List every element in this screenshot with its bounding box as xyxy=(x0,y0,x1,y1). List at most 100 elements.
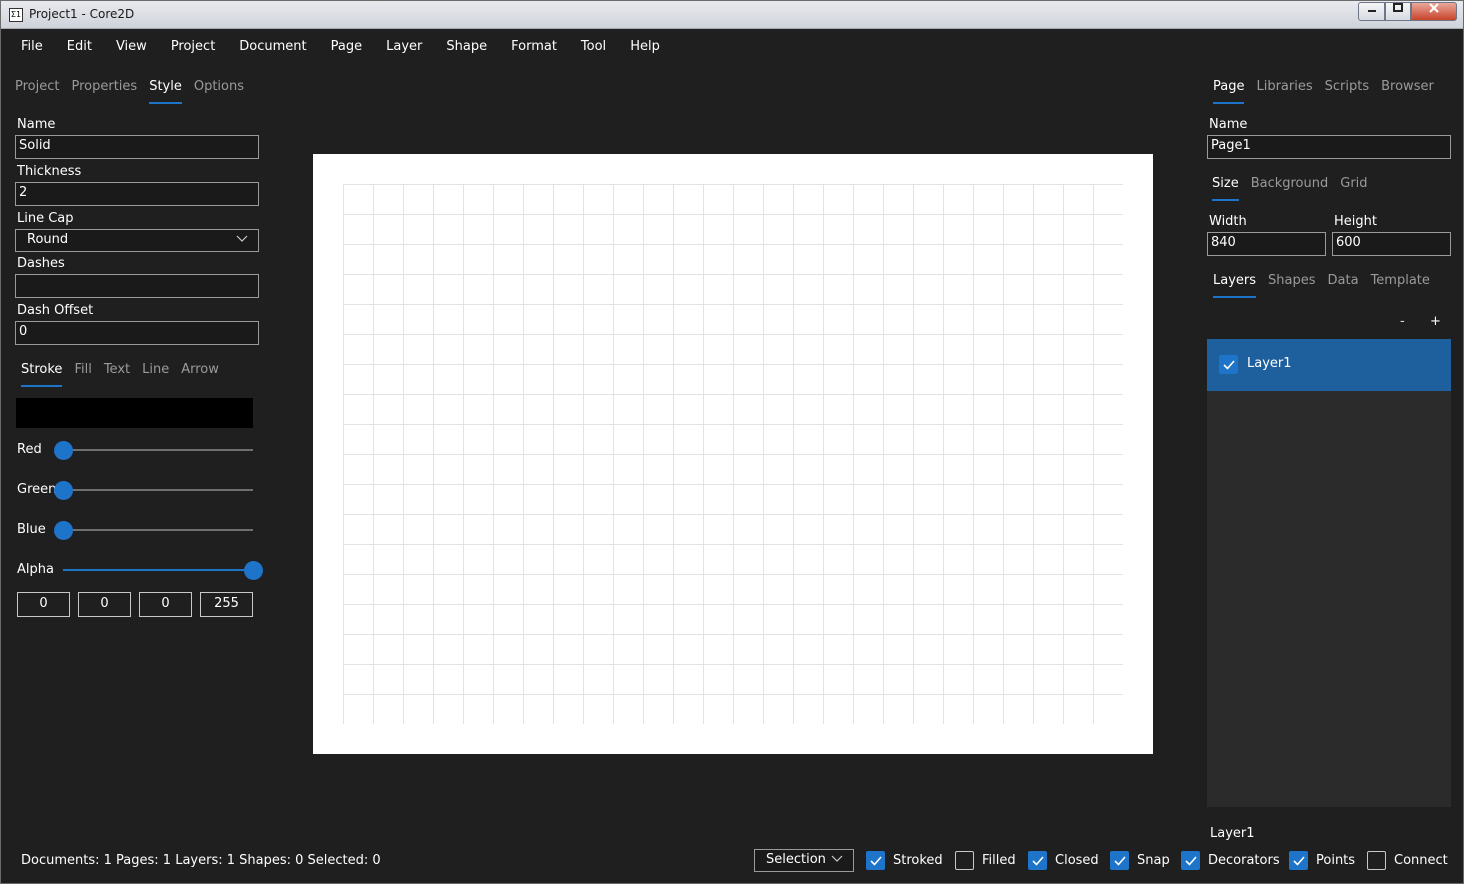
tab-project[interactable]: Project xyxy=(15,79,59,104)
current-layer-label: Layer1 xyxy=(1210,826,1255,841)
line-cap-value: Round xyxy=(27,232,69,247)
tool-select[interactable]: Selection xyxy=(754,849,854,872)
tab-shapes[interactable]: Shapes xyxy=(1268,273,1315,298)
slider-thumb[interactable] xyxy=(54,481,73,500)
window-controls xyxy=(1358,2,1457,21)
connect-label: Connect xyxy=(1394,853,1448,868)
add-layer-button[interactable]: + xyxy=(1430,314,1441,329)
tab-options[interactable]: Options xyxy=(194,79,244,104)
list-item[interactable]: Layer1 xyxy=(1207,339,1451,391)
alpha-input[interactable]: 255 xyxy=(200,592,253,617)
tab-background[interactable]: Background xyxy=(1251,176,1329,201)
tab-template[interactable]: Template xyxy=(1371,273,1430,298)
tab-text[interactable]: Text xyxy=(104,362,130,387)
blue-input[interactable]: 0 xyxy=(139,592,192,617)
chevron-down-icon xyxy=(236,235,248,242)
check-icon xyxy=(1293,856,1305,866)
tab-line[interactable]: Line xyxy=(142,362,169,387)
tab-style[interactable]: Style xyxy=(149,79,182,104)
menu-tool[interactable]: Tool xyxy=(569,37,618,56)
tab-grid[interactable]: Grid xyxy=(1340,176,1367,201)
slider-thumb[interactable] xyxy=(244,561,263,580)
height-label: Height xyxy=(1334,214,1377,229)
close-button[interactable] xyxy=(1411,2,1457,21)
tab-libraries[interactable]: Libraries xyxy=(1256,79,1312,104)
dash-offset-value: 0 xyxy=(19,324,28,339)
page-name-value: Page1 xyxy=(1211,138,1251,153)
red-input[interactable]: 0 xyxy=(17,592,70,617)
tab-page[interactable]: Page xyxy=(1213,79,1245,104)
slider-track xyxy=(63,529,253,531)
style-name-field[interactable]: Solid xyxy=(15,135,259,159)
tool-select-value: Selection xyxy=(766,852,826,867)
line-cap-select[interactable]: Round xyxy=(15,229,259,252)
tab-browser[interactable]: Browser xyxy=(1381,79,1434,104)
height-value: 600 xyxy=(1336,235,1361,250)
points-checkbox[interactable] xyxy=(1289,851,1308,870)
menu-document[interactable]: Document xyxy=(227,37,318,56)
left-panel-tabs: Project Properties Style Options xyxy=(15,79,256,104)
layer-tabs: Layers Shapes Data Template xyxy=(1213,273,1442,298)
minimize-button[interactable] xyxy=(1358,2,1385,21)
layer-list: Layer1 xyxy=(1207,339,1451,807)
color-tabs: Stroke Fill Text Line Arrow xyxy=(21,362,231,387)
alpha-slider[interactable] xyxy=(63,560,263,580)
minimize-icon xyxy=(1367,10,1376,12)
dashes-field[interactable] xyxy=(15,274,259,298)
snap-checkbox[interactable] xyxy=(1110,851,1129,870)
tab-arrow[interactable]: Arrow xyxy=(181,362,219,387)
check-icon xyxy=(1185,856,1197,866)
tab-size[interactable]: Size xyxy=(1212,176,1239,201)
layer-visible-checkbox[interactable] xyxy=(1219,355,1238,374)
tab-stroke[interactable]: Stroke xyxy=(21,362,63,387)
red-label: Red xyxy=(17,442,42,457)
menu-format[interactable]: Format xyxy=(499,37,569,56)
menu-shape[interactable]: Shape xyxy=(434,37,499,56)
tab-data[interactable]: Data xyxy=(1328,273,1359,298)
points-label: Points xyxy=(1316,853,1356,868)
green-label: Green xyxy=(17,482,57,497)
slider-thumb[interactable] xyxy=(54,521,73,540)
line-cap-label: Line Cap xyxy=(17,211,74,226)
thickness-field[interactable]: 2 xyxy=(15,182,259,206)
app-icon: Σ1 xyxy=(9,8,23,22)
maximize-button[interactable] xyxy=(1385,2,1411,21)
stroked-label: Stroked xyxy=(893,853,943,868)
menu-project[interactable]: Project xyxy=(159,37,227,56)
width-label: Width xyxy=(1209,214,1247,229)
filled-label: Filled xyxy=(982,853,1016,868)
tab-layers[interactable]: Layers xyxy=(1213,273,1257,298)
menu-file[interactable]: File xyxy=(9,37,55,56)
stroked-checkbox[interactable] xyxy=(866,851,885,870)
blue-label: Blue xyxy=(17,522,46,537)
menu-help[interactable]: Help xyxy=(618,37,672,56)
blue-slider[interactable] xyxy=(54,520,253,540)
title-bar[interactable]: Σ1 Project1 - Core2D xyxy=(1,1,1463,29)
page-name-field[interactable]: Page1 xyxy=(1207,135,1451,159)
slider-thumb[interactable] xyxy=(54,441,73,460)
red-slider[interactable] xyxy=(54,440,253,460)
tab-fill[interactable]: Fill xyxy=(74,362,91,387)
closed-checkbox[interactable] xyxy=(1028,851,1047,870)
layer-name: Layer1 xyxy=(1247,356,1292,371)
height-field[interactable]: 600 xyxy=(1332,232,1451,256)
page-grid xyxy=(343,184,1123,724)
menu-layer[interactable]: Layer xyxy=(374,37,434,56)
menu-bar: File Edit View Project Document Page Lay… xyxy=(9,37,672,56)
menu-edit[interactable]: Edit xyxy=(55,37,104,56)
dash-offset-field[interactable]: 0 xyxy=(15,321,259,345)
connect-checkbox[interactable] xyxy=(1367,851,1386,870)
tab-properties[interactable]: Properties xyxy=(71,79,137,104)
tab-scripts[interactable]: Scripts xyxy=(1325,79,1369,104)
green-slider[interactable] xyxy=(54,480,253,500)
menu-page[interactable]: Page xyxy=(319,37,374,56)
filled-checkbox[interactable] xyxy=(955,851,974,870)
menu-view[interactable]: View xyxy=(104,37,159,56)
status-text: Documents: 1 Pages: 1 Layers: 1 Shapes: … xyxy=(21,853,381,868)
window-title: Project1 - Core2D xyxy=(29,7,135,21)
remove-layer-button[interactable]: - xyxy=(1400,314,1405,329)
page-canvas[interactable] xyxy=(313,154,1153,754)
decorators-checkbox[interactable] xyxy=(1181,851,1200,870)
green-input[interactable]: 0 xyxy=(78,592,131,617)
width-field[interactable]: 840 xyxy=(1207,232,1326,256)
